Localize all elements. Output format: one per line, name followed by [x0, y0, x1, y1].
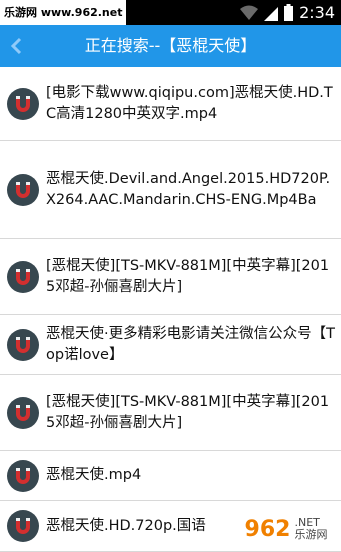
magnet-icon — [7, 173, 39, 206]
result-title: [电影下载www.qiqipu.com]恶棍天使.HD.TC高清1280中英双字… — [46, 84, 333, 122]
list-item[interactable]: 恶棍天使·更多精彩电影请关注微信公众号【Top诺love】 — [0, 315, 341, 375]
magnet-icon — [7, 328, 39, 361]
result-title: 恶棍天使.mp4 — [46, 467, 142, 483]
result-title: 恶棍天使.Devil.and.Angel.2015.HD720P.X264.AA… — [46, 170, 331, 208]
watermark-text: 乐游网 www.962.net — [0, 0, 127, 25]
site-logo-watermark: 962 .NET 乐游网 — [231, 509, 341, 549]
status-icons — [240, 3, 293, 22]
page-title: 正在搜索--【恶棍天使】 — [84, 36, 257, 55]
list-item[interactable]: [恶棍天使][TS-MKV-881M][中英字幕][2015邓超-孙俪喜剧大片] — [0, 239, 341, 315]
wifi-icon — [240, 5, 258, 20]
result-title: [恶棍天使][TS-MKV-881M][中英字幕][2015邓超-孙俪喜剧大片] — [46, 257, 330, 295]
status-bar: 乐游网 www.962.net 2:34 — [0, 0, 341, 25]
magnet-icon — [7, 396, 39, 429]
list-item[interactable]: [恶棍天使][TS-MKV-881M][中英字幕][2015邓超-孙俪喜剧大片] — [0, 375, 341, 451]
list-item[interactable]: 恶棍天使.mp4 — [0, 451, 341, 501]
magnet-icon — [7, 510, 39, 542]
logo-number: 962 — [244, 516, 291, 542]
battery-icon — [284, 4, 293, 21]
result-title: 恶棍天使·更多精彩电影请关注微信公众号【Top诺love】 — [46, 325, 335, 363]
list-item[interactable]: 恶棍天使.Devil.and.Angel.2015.HD720P.X264.AA… — [0, 141, 341, 239]
search-results-list[interactable]: [电影下载www.qiqipu.com]恶棍天使.HD.TC高清1280中英双字… — [0, 67, 341, 552]
magnet-icon — [7, 260, 39, 293]
clock: 2:34 — [299, 3, 335, 22]
magnet-icon — [7, 87, 39, 120]
logo-text: 乐游网 — [294, 528, 328, 541]
list-item[interactable]: [电影下载www.qiqipu.com]恶棍天使.HD.TC高清1280中英双字… — [0, 67, 341, 141]
magnet-icon — [7, 459, 39, 492]
signal-icon — [264, 6, 278, 21]
result-title: [恶棍天使][TS-MKV-881M][中英字幕][2015邓超-孙俪喜剧大片] — [46, 393, 330, 431]
title-bar: 正在搜索--【恶棍天使】 — [0, 25, 341, 68]
